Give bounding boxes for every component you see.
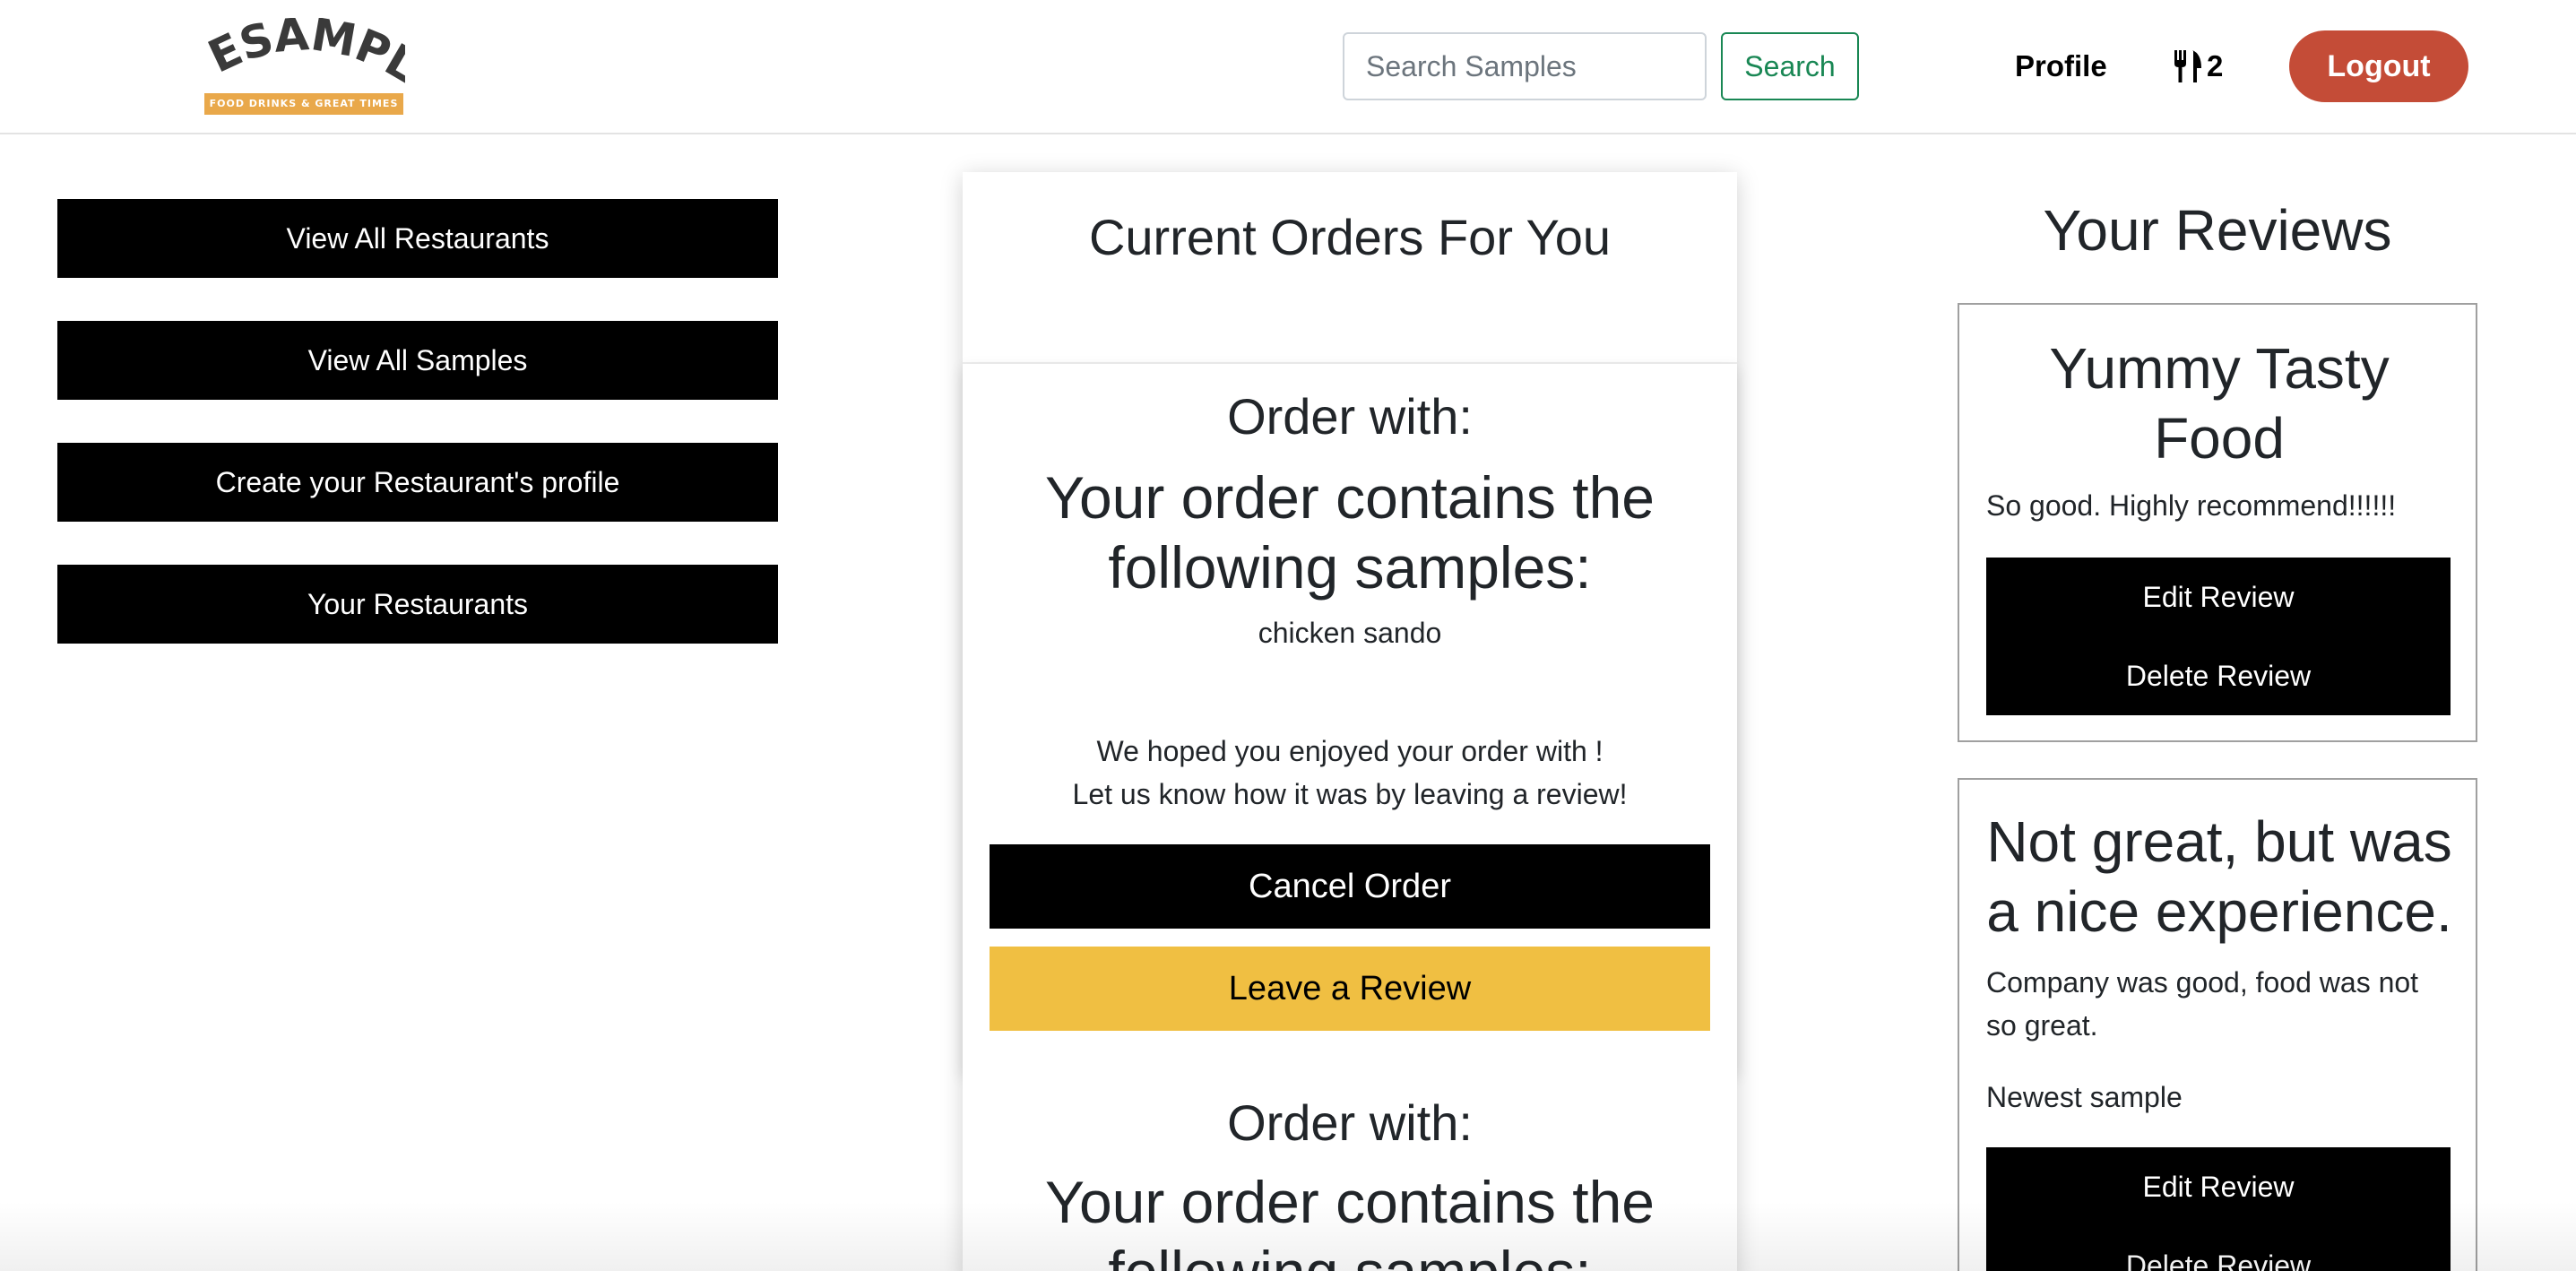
order-sample-item: chicken sando (1258, 617, 1442, 649)
review-title: Not great, but was a nice experience. (1986, 809, 2452, 944)
edit-review-button[interactable]: Edit Review (1986, 558, 2451, 636)
view-all-samples-button[interactable]: View All Samples (57, 321, 778, 400)
enjoy-line-2: Let us know how it was by leaving a revi… (1072, 778, 1628, 810)
review-actions: Edit Review Delete Review (1986, 558, 2451, 715)
navbar: WESAMPLE FOOD DRINKS & GREAT TIMES Searc… (0, 0, 2576, 134)
order-contains-heading: Your order contains the following sample… (1044, 1169, 1655, 1271)
create-restaurant-profile-button[interactable]: Create your Restaurant's profile (57, 443, 778, 522)
cancel-order-button[interactable]: Cancel Order (990, 844, 1710, 929)
orders-header: Current Orders For You (963, 172, 1737, 364)
logout-button[interactable]: Logout (2289, 30, 2468, 102)
review-card: Not great, but was a nice experience. Co… (1958, 778, 2477, 1271)
orders-cart-button[interactable]: 2 (2173, 45, 2223, 88)
search-input[interactable] (1343, 32, 1707, 100)
review-body: So good. Highly recommend!!!!!! (1986, 489, 2397, 522)
review-card: Yummy Tasty Food So good. Highly recomme… (1958, 303, 2477, 742)
svg-text:WESAMPLE: WESAMPLE (203, 18, 405, 90)
order-card: Order with: Your order contains the foll… (963, 364, 1737, 1072)
logo-tagline: FOOD DRINKS & GREAT TIMES (204, 93, 403, 115)
your-restaurants-button[interactable]: Your Restaurants (57, 565, 778, 644)
current-orders-panel: Current Orders For You Order with: Your … (963, 172, 1737, 1271)
order-with-label: Order with: (1227, 1094, 1473, 1151)
review-body: Company was good, food was not so great. (1986, 966, 2419, 1042)
order-with-label: Order with: (1227, 388, 1473, 445)
enjoy-line-1: We hoped you enjoyed your order with ! (1096, 735, 1604, 767)
order-card: Order with: Your order contains the foll… (963, 1072, 1737, 1271)
search-button[interactable]: Search (1721, 32, 1859, 100)
delete-review-button[interactable]: Delete Review (1986, 636, 2451, 715)
order-contains-heading: Your order contains the following sample… (1044, 464, 1655, 601)
logo-text: WESAMPLE (203, 18, 405, 90)
reviews-title: Your Reviews (2043, 198, 2392, 263)
order-enjoy-message: We hoped you enjoyed your order with ! L… (963, 730, 1737, 816)
view-all-restaurants-button[interactable]: View All Restaurants (57, 199, 778, 278)
edit-review-button[interactable]: Edit Review (1986, 1147, 2451, 1226)
profile-link[interactable]: Profile (2015, 45, 2107, 88)
review-title: Yummy Tasty Food (2049, 336, 2390, 471)
fork-knife-icon (2174, 50, 2201, 82)
review-sample-name: Newest sample (1986, 1081, 2183, 1113)
orders-title: Current Orders For You (1088, 209, 1612, 265)
brand-logo[interactable]: WESAMPLE FOOD DRINKS & GREAT TIMES (203, 18, 405, 118)
review-actions: Edit Review Delete Review (1986, 1147, 2451, 1271)
logo-wordmark: WESAMPLE (203, 18, 405, 90)
delete-review-button[interactable]: Delete Review (1986, 1226, 2451, 1271)
cart-count: 2 (2207, 49, 2224, 82)
leave-review-button[interactable]: Leave a Review (990, 947, 1710, 1031)
